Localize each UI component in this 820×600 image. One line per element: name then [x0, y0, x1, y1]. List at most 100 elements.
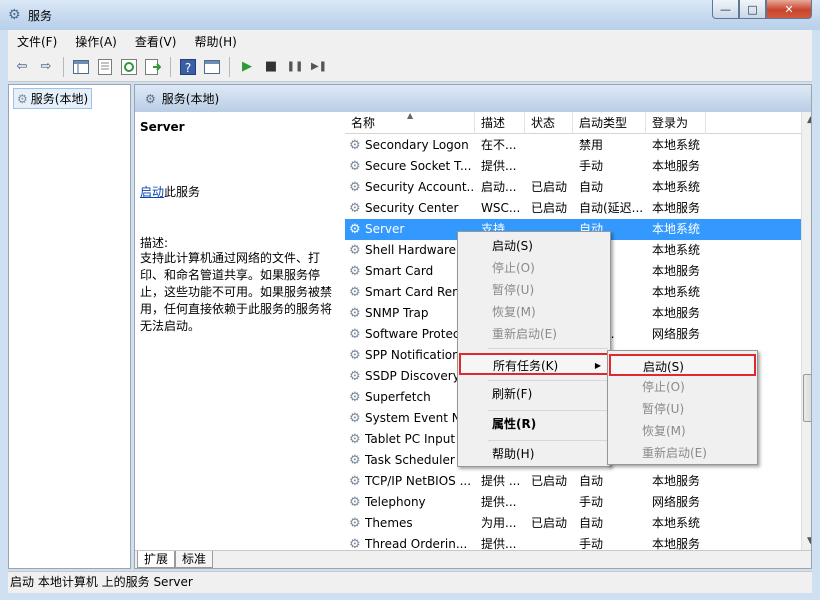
pause-service-icon[interactable]: ❚❚	[285, 57, 305, 77]
stop-service-icon[interactable]: ■	[261, 57, 281, 77]
table-row[interactable]: ⚙ Security Account... 启动... 已启动 自动 本地系统	[345, 177, 801, 198]
back-arrow-icon[interactable]: ⇦	[12, 57, 32, 77]
menu-help[interactable]: 帮助(H)	[185, 33, 245, 50]
menu-item-restart: 重新启动(E)	[492, 327, 557, 341]
menu-item-stop: 停止(O)	[492, 261, 535, 275]
service-gear-icon: ⚙	[349, 369, 361, 384]
service-description-cell: 提供...	[481, 159, 517, 173]
table-row[interactable]: ⚙ Thread Orderin... 提供... 手动 本地服务	[345, 534, 801, 550]
column-header-startup-type[interactable]: 启动类型	[573, 112, 646, 134]
menu-file[interactable]: 文件(F)	[8, 33, 66, 50]
service-logon-cell: 本地服务	[652, 201, 701, 215]
service-gear-icon: ⚙	[349, 453, 361, 468]
service-name-cell: Thread Orderin...	[365, 537, 468, 550]
start-service-link[interactable]: 启动	[140, 185, 164, 199]
service-status-cell: 已启动	[531, 516, 568, 530]
export-list-icon[interactable]	[143, 57, 163, 77]
service-gear-icon: ⚙	[349, 432, 361, 447]
service-startup-type-cell: 禁用	[579, 138, 604, 152]
console-tree-pane: ⚙ 服务(本地)	[8, 84, 131, 569]
menu-item-help[interactable]: 帮助(H)	[460, 443, 608, 465]
vertical-scrollbar[interactable]: ▲ ▼	[801, 112, 811, 550]
tab-extended[interactable]: 扩展	[137, 551, 176, 568]
service-gear-icon: ⚙	[349, 138, 361, 153]
properties-sheet-icon[interactable]	[95, 57, 115, 77]
table-row[interactable]: ⚙ Themes 为用... 已启动 自动 本地系统	[345, 513, 801, 534]
start-service-icon[interactable]: ▶	[237, 57, 257, 77]
service-description-cell: 启动...	[481, 180, 517, 194]
service-gear-icon: ⚙	[349, 390, 361, 405]
service-gear-icon: ⚙	[349, 306, 361, 321]
service-name-title: Server	[140, 120, 185, 134]
toolbar: ⇦ ⇨ ? ▶ ■ ❚❚ ▶❚	[8, 52, 812, 82]
table-row[interactable]: ⚙ Security Center WSC... 已启动 自动(延迟... 本地服务	[345, 198, 801, 219]
list-header: 名称 ▲ 描述 状态 启动类型 登录为	[345, 112, 801, 134]
submenu-item-resume: 恢复(M)	[642, 424, 686, 438]
menu-item-pause: 暂停(U)	[492, 283, 535, 297]
forward-arrow-icon[interactable]: ⇨	[36, 57, 56, 77]
service-gear-icon: ⚙	[349, 537, 361, 550]
submenu-arrow-icon: ▶	[594, 361, 601, 370]
service-logon-cell: 本地系统	[652, 516, 701, 530]
svg-text:?: ?	[185, 61, 191, 75]
view-tab-bar: 扩展 标准	[135, 550, 811, 568]
service-startup-type-cell: 自动	[579, 180, 604, 194]
details-header-title: 服务(本地)	[161, 92, 220, 106]
menu-item-refresh[interactable]: 刷新(F)	[460, 383, 608, 405]
service-startup-type-cell: 手动	[579, 159, 604, 173]
service-description-cell: 提供...	[481, 495, 517, 509]
context-menu: 启动(S) 停止(O) 暂停(U) 恢复(M) 重新启动(E) 所有任务(K) …	[457, 231, 611, 467]
table-row[interactable]: ⚙ Secondary Logon 在不... 禁用 本地系统	[345, 135, 801, 156]
service-startup-type-cell: 自动	[579, 516, 604, 530]
service-name-cell: Secure Socket T...	[365, 159, 472, 173]
service-logon-cell: 本地系统	[652, 243, 701, 257]
toolbar-separator	[63, 56, 64, 77]
column-header-description[interactable]: 描述	[475, 112, 525, 134]
service-gear-icon: ⚙	[349, 180, 361, 195]
console-window-icon[interactable]	[202, 57, 222, 77]
column-header-name[interactable]: 名称 ▲	[345, 112, 475, 134]
menu-separator	[488, 440, 608, 441]
table-row[interactable]: ⚙ Telephony 提供... 手动 网络服务	[345, 492, 801, 513]
service-status-cell: 已启动	[531, 180, 568, 194]
submenu-item-start[interactable]: 启动(S)	[609, 354, 756, 376]
scroll-up-arrow-icon[interactable]: ▲	[802, 112, 811, 129]
maximize-button[interactable]: □	[739, 0, 766, 19]
services-gear-icon: ⚙	[145, 91, 156, 106]
service-status-cell: 已启动	[531, 201, 568, 215]
service-name-cell: Security Center	[365, 201, 459, 215]
sort-ascending-icon: ▲	[407, 112, 414, 120]
menu-item-start[interactable]: 启动(S)	[460, 235, 608, 257]
service-gear-icon: ⚙	[349, 495, 361, 510]
menu-separator	[488, 348, 608, 349]
menu-action[interactable]: 操作(A)	[66, 33, 126, 50]
table-row[interactable]: ⚙ Secure Socket T... 提供... 手动 本地服务	[345, 156, 801, 177]
service-startup-type-cell: 自动	[579, 474, 604, 488]
service-description-cell: 提供 ...	[481, 474, 521, 488]
scrollbar-thumb[interactable]	[803, 374, 811, 422]
column-header-status[interactable]: 状态	[525, 112, 573, 134]
help-icon[interactable]: ?	[178, 57, 198, 77]
restart-service-icon[interactable]: ▶❚	[309, 57, 329, 77]
refresh-icon[interactable]	[119, 57, 139, 77]
table-row[interactable]: ⚙ TCP/IP NetBIOS ... 提供 ... 已启动 自动 本地服务	[345, 471, 801, 492]
submenu-item-pause: 暂停(U)	[642, 402, 685, 416]
menu-item-properties[interactable]: 属性(R)	[460, 413, 608, 435]
service-logon-cell: 本地服务	[652, 306, 701, 320]
service-logon-cell: 本地服务	[652, 474, 701, 488]
services-gear-icon: ⚙	[8, 7, 21, 23]
minimize-button[interactable]: —	[712, 0, 739, 19]
show-hide-console-tree-icon[interactable]	[71, 57, 91, 77]
scroll-down-arrow-icon[interactable]: ▼	[802, 533, 811, 550]
service-name-cell: Secondary Logon	[365, 138, 469, 152]
close-button[interactable]: ✕	[766, 0, 812, 19]
column-header-logon-as[interactable]: 登录为	[646, 112, 706, 134]
service-gear-icon: ⚙	[349, 285, 361, 300]
tree-item-services-local[interactable]: ⚙ 服务(本地)	[13, 88, 93, 109]
menu-item-all-tasks[interactable]: 所有任务(K) ▶	[459, 353, 609, 375]
menu-view[interactable]: 查看(V)	[126, 33, 186, 50]
service-gear-icon: ⚙	[349, 516, 361, 531]
service-gear-icon: ⚙	[349, 159, 361, 174]
tab-standard[interactable]: 标准	[175, 551, 214, 568]
tree-item-label: 服务(本地)	[30, 92, 89, 106]
